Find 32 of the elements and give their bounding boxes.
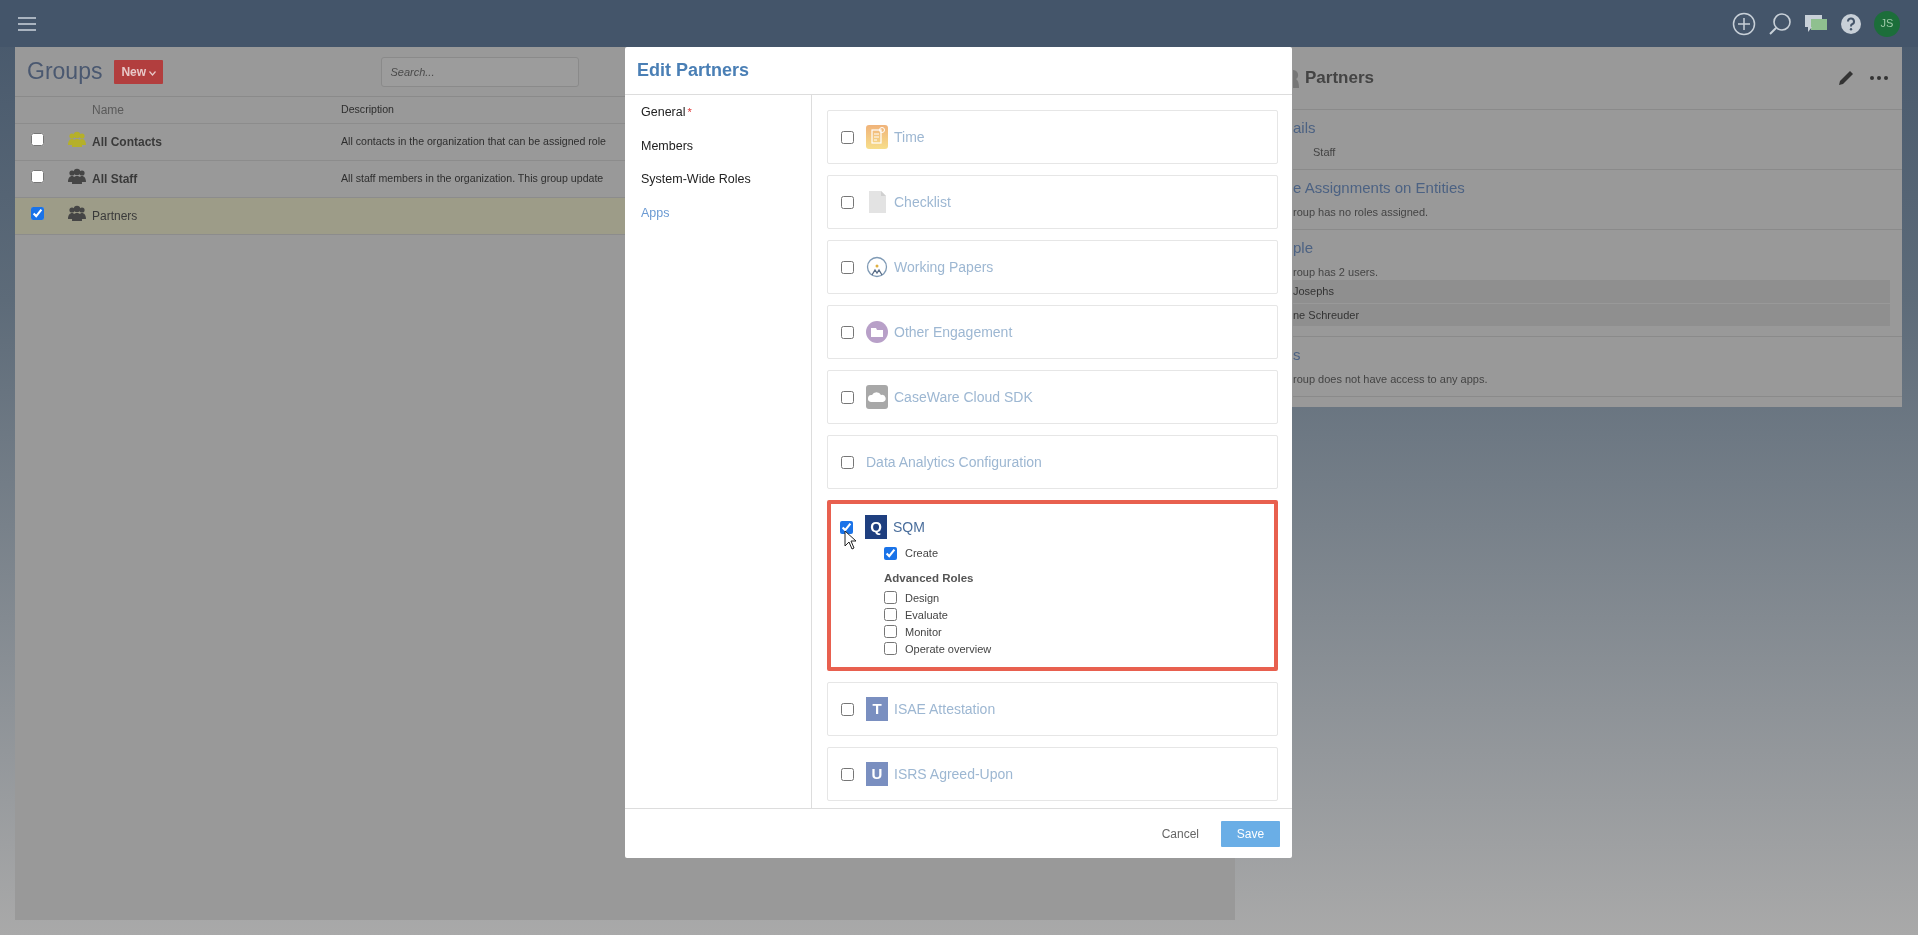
section-heading: ails <box>1293 118 1317 138</box>
role-label: Design <box>905 590 940 606</box>
section-heading: e Assignments on Entities <box>1293 178 1466 198</box>
required-marker: * <box>687 106 692 118</box>
app-name: CaseWare Cloud SDK <box>894 387 1033 407</box>
app-name: ISAE Attestation <box>894 699 996 719</box>
group-description: All staff members in the organization. This group update <box>341 172 604 185</box>
role-label: Operate overview <box>905 641 992 657</box>
section-heading: ple <box>1293 238 1315 258</box>
section-heading: s <box>1293 345 1302 365</box>
role-label: Monitor <box>905 624 942 640</box>
role-label: Create <box>905 546 939 562</box>
app-name: Checklist <box>894 192 951 212</box>
app-name: Working Papers <box>894 257 994 277</box>
section-text: roup has no roles assigned. <box>1293 204 1430 220</box>
panel-title: Partners <box>1305 67 1374 90</box>
app-name: ISRS Agreed-Upon <box>894 764 1014 784</box>
page-title: Groups <box>27 57 103 87</box>
app-name: Time <box>894 127 925 147</box>
section-text: Staff <box>1312 144 1337 160</box>
app-logo: Q <box>865 515 887 539</box>
app-logo: T <box>866 697 888 722</box>
app-logo: U <box>866 762 888 787</box>
app-name: Data Analytics Configuration <box>866 452 1042 472</box>
group-description: All contacts in the organization that can be assigned role <box>341 135 606 148</box>
app-name: SQM <box>893 517 925 537</box>
section-heading: Advanced Roles <box>884 571 975 586</box>
section-text: roup does not have access to any apps. <box>1293 371 1489 387</box>
modal-title: Edit Partners <box>625 47 1292 95</box>
section-text: roup has 2 users. <box>1293 264 1379 280</box>
app-name: Other Engagement <box>894 322 1013 342</box>
role-label: Evaluate <box>905 607 948 623</box>
